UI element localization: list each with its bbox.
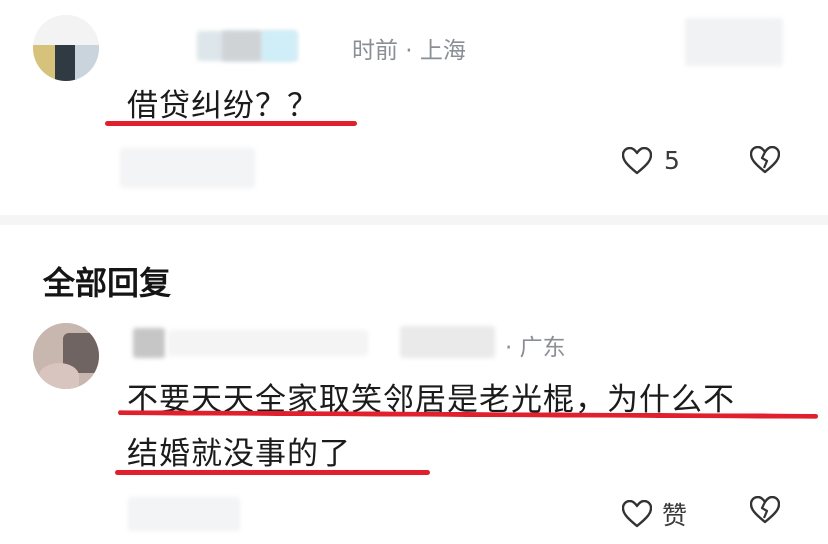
blurred-button[interactable] bbox=[685, 18, 783, 66]
red-underline bbox=[115, 470, 430, 475]
username-blur-part bbox=[168, 330, 368, 356]
username-blur-part bbox=[222, 31, 262, 61]
username-blurred[interactable] bbox=[133, 328, 165, 358]
comment-meta: 时前 · 上海 bbox=[352, 38, 466, 64]
heart-outline-icon bbox=[622, 500, 652, 528]
avatar[interactable] bbox=[33, 15, 99, 81]
like-count: 5 bbox=[664, 146, 680, 175]
avatar[interactable] bbox=[33, 323, 99, 389]
heart-outline-icon bbox=[622, 146, 652, 175]
broken-heart-icon bbox=[750, 496, 780, 524]
top-comment: 时前 · 上海 借贷纠纷？？ 5 bbox=[0, 0, 828, 215]
reply-text-line2: 结婚就没事的了 bbox=[127, 436, 351, 472]
blurred-reply-link[interactable] bbox=[120, 148, 255, 188]
section-title: 全部回复 bbox=[43, 264, 172, 302]
dislike-button[interactable] bbox=[750, 146, 780, 174]
like-button[interactable]: 赞 bbox=[622, 496, 687, 532]
section-divider bbox=[0, 215, 828, 225]
username-blur-part bbox=[400, 326, 495, 358]
red-underline bbox=[105, 121, 357, 126]
dislike-button[interactable] bbox=[750, 496, 780, 524]
like-button[interactable]: 5 bbox=[622, 146, 680, 175]
like-label: 赞 bbox=[662, 501, 688, 530]
broken-heart-icon bbox=[750, 146, 780, 174]
blurred-reply-link[interactable] bbox=[128, 497, 240, 531]
comment-text: 借贷纠纷？？ bbox=[127, 88, 319, 124]
reply-meta: · 广东 bbox=[505, 335, 566, 361]
username-blur-part bbox=[262, 31, 297, 61]
